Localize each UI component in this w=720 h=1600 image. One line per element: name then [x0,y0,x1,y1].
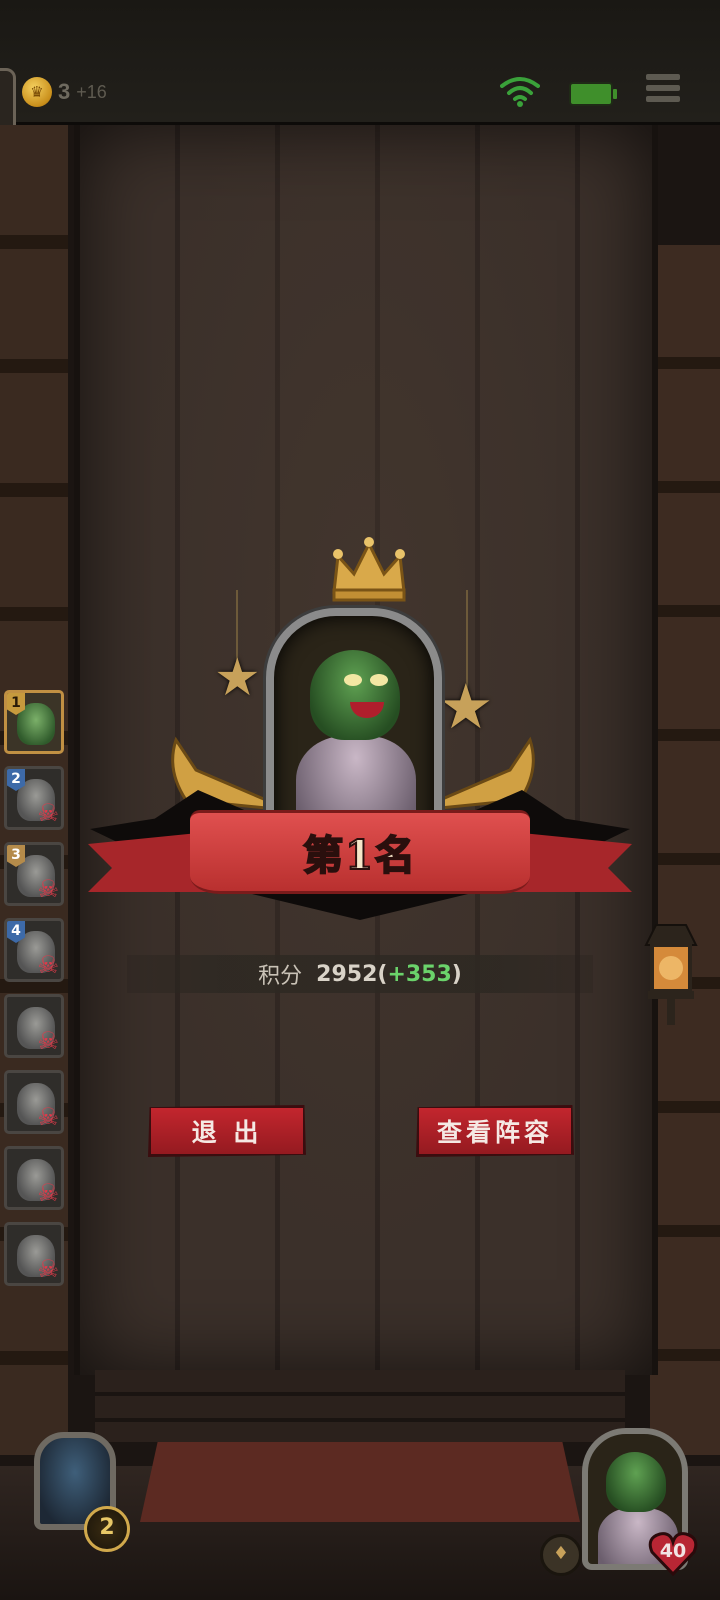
wifi-icon [500,77,540,107]
score-delta: +353 [387,961,452,987]
eliminated-skull-icon: ☠ [37,1103,59,1131]
menu-icon[interactable] [646,74,680,108]
gold-income: +16 [76,81,107,102]
stage-steps [95,1370,625,1442]
battery-icon [569,82,617,106]
player-entry[interactable]: ☠ [4,1146,64,1210]
player-entry[interactable]: ☠ [4,1222,64,1286]
player-standings-list: 1 2 ☠ 3 ☠ 4 ☠ ☠ ☠ ☠ ☠ [4,690,68,1298]
crown-coin-icon: ♛ [22,77,52,107]
eliminated-skull-icon: ☠ [37,1179,59,1207]
star-icon: ★ [214,648,261,708]
player-entry[interactable]: 3 ☠ [4,842,64,906]
health-value: 40 [659,1540,687,1562]
rank-ribbon: 第1名 [190,810,530,894]
eliminated-skull-icon: ☠ [37,799,59,827]
ribbon-tail-right [512,832,632,892]
placement-emblem: ★ ★ 第1名 [70,520,650,940]
player-entry[interactable]: 4 ☠ [4,918,64,982]
trumpet-icon [171,736,268,810]
eliminated-skull-icon: ☠ [37,951,59,979]
right-bookshelf [650,245,720,1455]
eliminated-skull-icon: ☠ [37,1027,59,1055]
eliminated-skull-icon: ☠ [37,875,59,903]
score-display: 积分 2952(+353) [127,955,593,993]
hero-level-badge: 2 [84,1506,130,1552]
top-bar: ♛ 3 +16 [0,0,720,184]
gold-amount: 3 [58,79,71,104]
player-entry[interactable]: 2 ☠ [4,766,64,830]
eliminated-skull-icon: ☠ [37,1255,59,1283]
player-entry[interactable]: 1 [4,690,64,754]
player-entry[interactable]: ☠ [4,1070,64,1134]
gold-display: ♛ 3 +16 [22,76,107,108]
view-lineup-button[interactable]: 查看阵容 [416,1105,574,1157]
red-carpet [140,1442,580,1522]
crown-icon [332,537,406,602]
exit-button[interactable]: 退 出 [148,1105,306,1157]
score-value: 2952(+353) [316,961,462,987]
bell-icon[interactable]: ♦ [540,1534,582,1576]
score-label: 积分 [258,964,303,989]
rank-title: 第1名 [302,831,417,880]
player-entry[interactable]: ☠ [4,994,64,1058]
